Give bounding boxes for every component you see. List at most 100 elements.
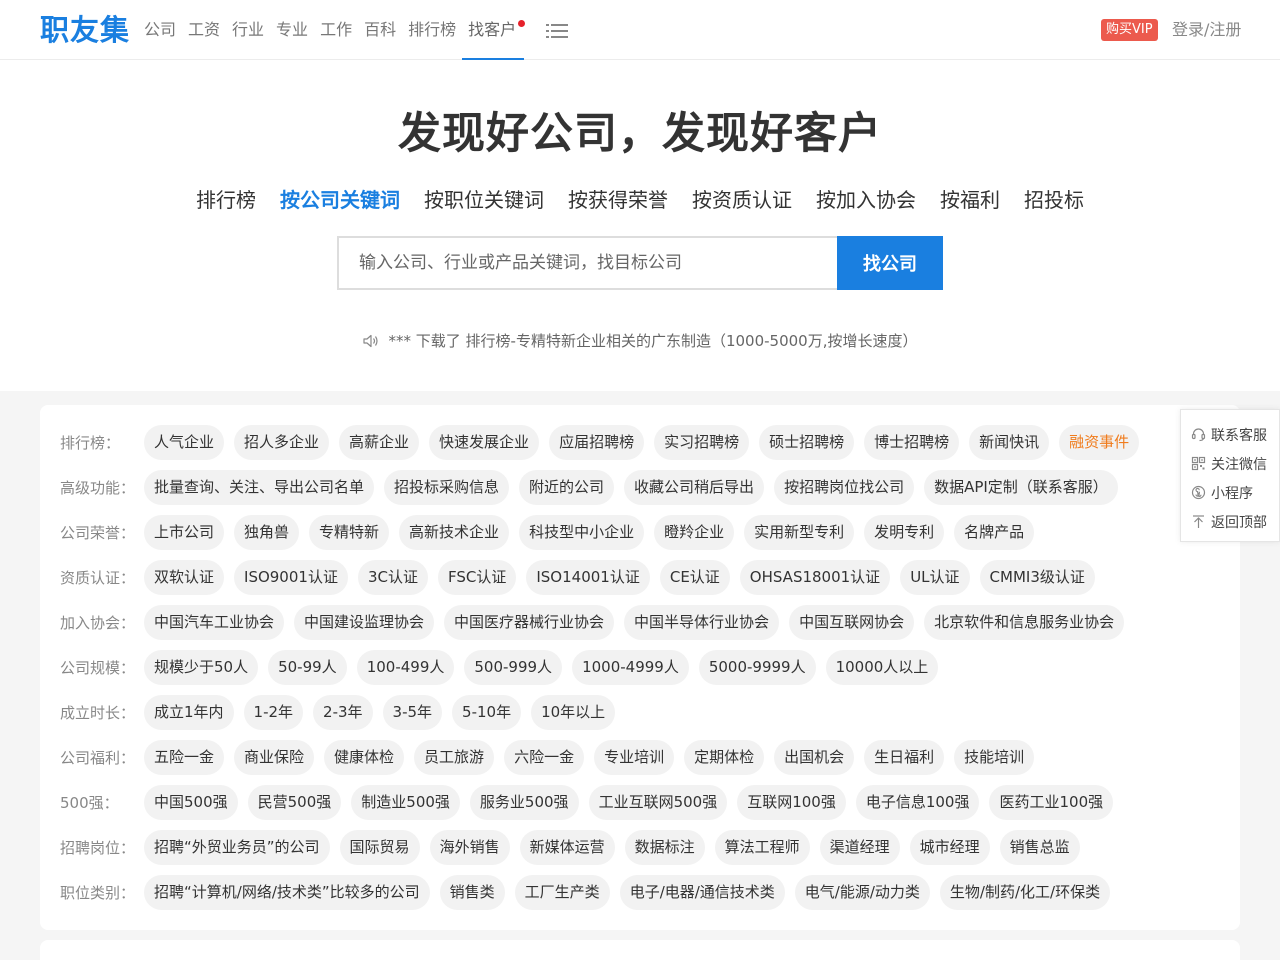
filter-chip[interactable]: 附近的公司 — [519, 470, 615, 505]
filter-chip[interactable]: 销售总监 — [999, 830, 1080, 865]
filter-chip[interactable]: 生物/制药/化工/环保类 — [939, 875, 1111, 910]
filter-chip[interactable]: 中国500强 — [144, 785, 238, 820]
list-menu-icon[interactable] — [546, 23, 568, 39]
filter-chip[interactable]: 五险一金 — [144, 740, 225, 775]
filter-chip-hot[interactable]: 融资事件 — [1059, 425, 1140, 460]
filter-chip[interactable]: 上市公司 — [144, 515, 225, 550]
filter-chip[interactable]: 专精特新 — [309, 515, 390, 550]
filter-chip[interactable]: 人气企业 — [144, 425, 225, 460]
filter-chip[interactable]: 民营500强 — [247, 785, 342, 820]
nav-item-wiki[interactable]: 百科 — [364, 0, 396, 60]
filter-chip[interactable]: 5-10年 — [452, 695, 522, 730]
filter-chip[interactable]: 新闻快讯 — [969, 425, 1050, 460]
filter-chip[interactable]: CMMI3级认证 — [979, 560, 1095, 595]
filter-chip[interactable]: 北京软件和信息服务业协会 — [924, 605, 1125, 640]
filter-chip[interactable]: 名牌产品 — [954, 515, 1035, 550]
filter-chip[interactable]: 电气/能源/动力类 — [794, 875, 930, 910]
filter-chip[interactable]: 硕士招聘榜 — [759, 425, 855, 460]
filter-chip[interactable]: 招投标采购信息 — [384, 470, 510, 505]
filter-chip[interactable]: ISO9001认证 — [234, 560, 348, 595]
mini-program-button[interactable]: 小程序 — [1181, 478, 1279, 507]
nav-item-ranking[interactable]: 排行榜 — [408, 0, 456, 60]
filter-chip[interactable]: 专业培训 — [594, 740, 675, 775]
tab-ranking[interactable]: 排行榜 — [196, 184, 256, 216]
filter-chip[interactable]: 技能培训 — [954, 740, 1035, 775]
filter-chip[interactable]: 10000人以上 — [825, 650, 939, 685]
tab-bidding[interactable]: 招投标 — [1024, 184, 1084, 216]
filter-chip[interactable]: 中国医疗器械行业协会 — [444, 605, 615, 640]
filter-chip[interactable]: 2-3年 — [313, 695, 373, 730]
filter-chip[interactable]: 海外销售 — [429, 830, 510, 865]
filter-chip[interactable]: 1-2年 — [243, 695, 304, 730]
filter-chip[interactable]: 独角兽 — [234, 515, 300, 550]
filter-chip[interactable]: 医药工业100强 — [989, 785, 1114, 820]
filter-chip[interactable]: 制造业500强 — [351, 785, 460, 820]
nav-item-jobs[interactable]: 工作 — [320, 0, 352, 60]
filter-chip[interactable]: 100-499人 — [356, 650, 455, 685]
filter-chip[interactable]: ISO14001认证 — [526, 560, 650, 595]
filter-chip[interactable]: 招人多企业 — [234, 425, 330, 460]
tab-benefits[interactable]: 按福利 — [940, 184, 1000, 216]
filter-chip[interactable]: 实习招聘榜 — [654, 425, 750, 460]
filter-chip[interactable]: OHSAS18001认证 — [739, 560, 891, 595]
filter-chip[interactable]: 双软认证 — [144, 560, 225, 595]
filter-chip[interactable]: 数据API定制（联系客服） — [924, 470, 1118, 505]
filter-chip[interactable]: 10年以上 — [531, 695, 616, 730]
filter-chip[interactable]: 5000-9999人 — [698, 650, 816, 685]
filter-chip[interactable]: 快速发展企业 — [429, 425, 540, 460]
filter-chip[interactable]: 生日福利 — [864, 740, 945, 775]
filter-chip[interactable]: 批量查询、关注、导出公司名单 — [144, 470, 375, 505]
filter-chip[interactable]: 瞪羚企业 — [654, 515, 735, 550]
filter-chip[interactable]: 成立1年内 — [144, 695, 234, 730]
filter-chip[interactable]: 工业互联网500强 — [588, 785, 728, 820]
contact-support-button[interactable]: 联系客服 — [1181, 420, 1279, 449]
filter-chip[interactable]: 城市经理 — [909, 830, 990, 865]
filter-chip[interactable]: 电子信息100强 — [855, 785, 980, 820]
filter-chip[interactable]: 中国互联网协会 — [789, 605, 915, 640]
filter-chip[interactable]: 员工旅游 — [414, 740, 495, 775]
tab-certification[interactable]: 按资质认证 — [692, 184, 792, 216]
filter-chip[interactable]: 定期体检 — [684, 740, 765, 775]
nav-item-company[interactable]: 公司 — [144, 0, 176, 60]
tab-association[interactable]: 按加入协会 — [816, 184, 916, 216]
back-to-top-button[interactable]: 返回顶部 — [1181, 507, 1279, 536]
filter-chip[interactable]: 中国汽车工业协会 — [144, 605, 285, 640]
filter-chip[interactable]: UL认证 — [900, 560, 970, 595]
filter-chip[interactable]: 电子/电器/通信技术类 — [619, 875, 785, 910]
filter-chip[interactable]: 互联网100强 — [737, 785, 846, 820]
filter-chip[interactable]: 招聘“外贸业务员”的公司 — [144, 830, 330, 865]
filter-chip[interactable]: 健康体检 — [324, 740, 405, 775]
filter-chip[interactable]: 服务业500强 — [469, 785, 579, 820]
filter-chip[interactable]: 50-99人 — [268, 650, 347, 685]
buy-vip-button[interactable]: 购买VIP — [1101, 19, 1158, 41]
filter-chip[interactable]: 商业保险 — [234, 740, 315, 775]
filter-chip[interactable]: 1000-4999人 — [572, 650, 689, 685]
filter-chip[interactable]: 发明专利 — [864, 515, 945, 550]
filter-chip[interactable]: 500-999人 — [464, 650, 563, 685]
filter-chip[interactable]: 销售类 — [439, 875, 505, 910]
filter-chip[interactable]: 出国机会 — [774, 740, 855, 775]
filter-chip[interactable]: 高薪企业 — [339, 425, 420, 460]
follow-wechat-button[interactable]: 关注微信 — [1181, 449, 1279, 478]
filter-chip[interactable]: 国际贸易 — [339, 830, 420, 865]
filter-chip[interactable]: 3-5年 — [382, 695, 443, 730]
nav-item-industry[interactable]: 行业 — [232, 0, 264, 60]
site-logo[interactable]: 职友集 — [40, 12, 130, 48]
filter-chip[interactable]: FSC认证 — [437, 560, 517, 595]
filter-chip[interactable]: 数据标注 — [624, 830, 705, 865]
tab-job-keyword[interactable]: 按职位关键词 — [424, 184, 544, 216]
filter-chip[interactable]: 实用新型专利 — [744, 515, 855, 550]
nav-item-salary[interactable]: 工资 — [188, 0, 220, 60]
nav-item-major[interactable]: 专业 — [276, 0, 308, 60]
tab-company-keyword[interactable]: 按公司关键词 — [280, 184, 400, 216]
filter-chip[interactable]: 工厂生产类 — [514, 875, 610, 910]
filter-chip[interactable]: 中国半导体行业协会 — [624, 605, 780, 640]
filter-chip[interactable]: 中国建设监理协会 — [294, 605, 435, 640]
filter-chip[interactable]: 按招聘岗位找公司 — [774, 470, 915, 505]
filter-chip[interactable]: 新媒体运营 — [519, 830, 615, 865]
filter-chip[interactable]: 算法工程师 — [714, 830, 810, 865]
tab-honors[interactable]: 按获得荣誉 — [568, 184, 668, 216]
filter-chip[interactable]: 应届招聘榜 — [549, 425, 645, 460]
filter-chip[interactable]: 3C认证 — [357, 560, 428, 595]
filter-chip[interactable]: 规模少于50人 — [144, 650, 259, 685]
